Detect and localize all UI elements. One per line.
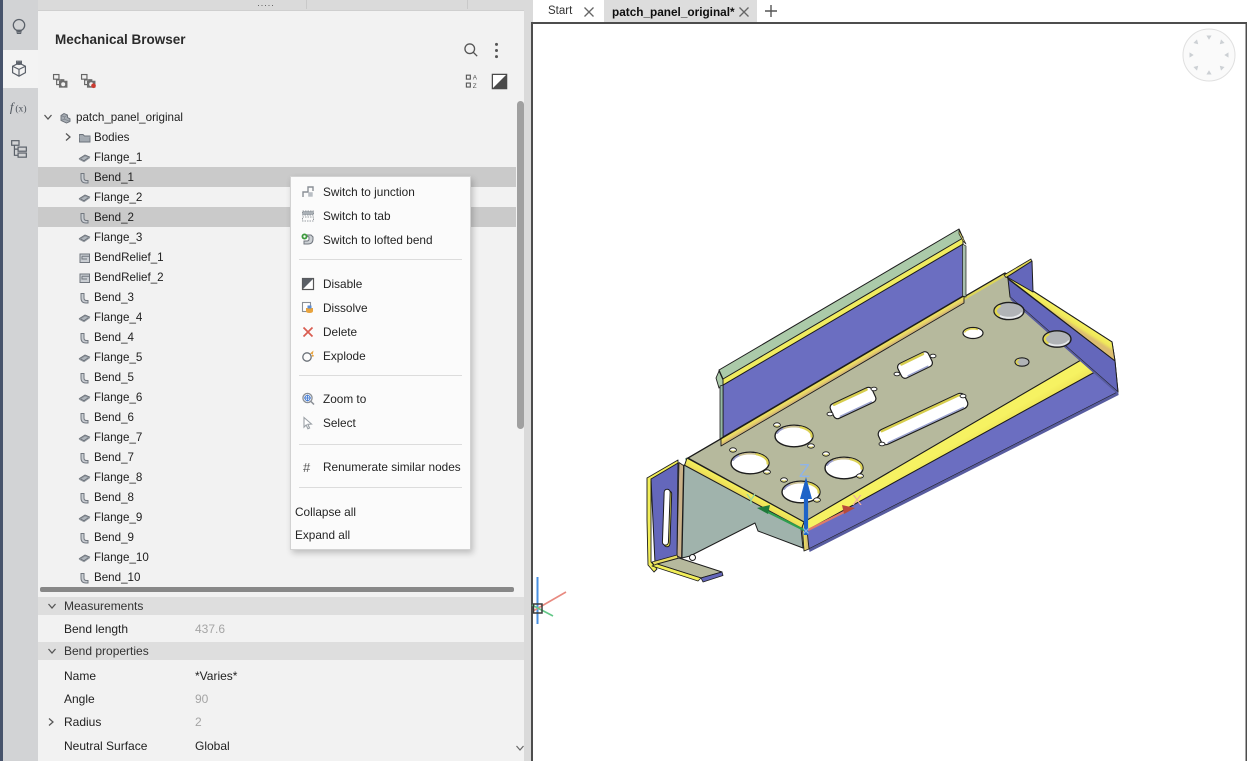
svg-text:Z: Z xyxy=(799,461,810,481)
svg-text:(x): (x) xyxy=(15,104,26,115)
svg-text:X: X xyxy=(852,492,862,509)
svg-text:Y: Y xyxy=(746,491,756,508)
svg-text:A: A xyxy=(473,75,478,82)
svg-text:Z: Z xyxy=(473,83,477,90)
svg-text:#: # xyxy=(303,460,311,475)
